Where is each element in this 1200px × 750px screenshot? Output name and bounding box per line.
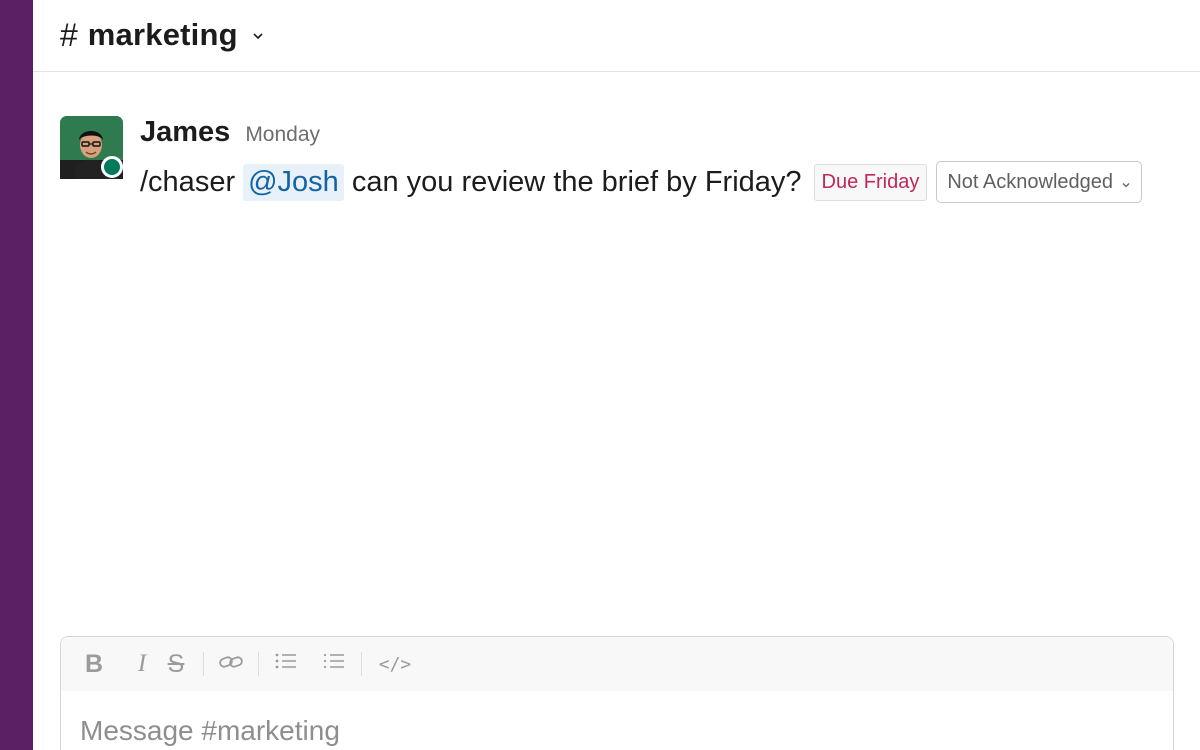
slack-window: # marketing James Monday /chaser @Josh c… xyxy=(0,0,1200,750)
toolbar-divider xyxy=(203,652,204,676)
workspace-sidebar xyxy=(0,0,33,750)
user-mention[interactable]: @Josh xyxy=(243,163,344,201)
message-timestamp[interactable]: Monday xyxy=(245,123,320,147)
chevron-down-icon xyxy=(252,29,264,41)
presence-indicator-icon xyxy=(101,156,123,178)
chevron-down-icon xyxy=(1121,177,1131,188)
toolbar-divider xyxy=(258,652,259,676)
channel-name: marketing xyxy=(87,17,238,52)
bulleted-list-icon xyxy=(274,650,298,678)
acknowledgement-status-value: Not Acknowledged xyxy=(947,170,1114,193)
bold-button[interactable]: B xyxy=(77,647,111,681)
channel-name-button[interactable]: # marketing xyxy=(60,14,264,56)
message-composer: B I S </> Message #marketing xyxy=(60,636,1174,750)
toolbar-divider xyxy=(361,652,362,676)
avatar[interactable] xyxy=(60,116,123,179)
slash-command: /chaser xyxy=(140,165,236,198)
link-icon xyxy=(218,650,244,678)
channel-view: # marketing James Monday /chaser @Josh c… xyxy=(33,0,1200,750)
acknowledgement-status-select[interactable]: Not Acknowledged xyxy=(936,161,1143,203)
message-item: James Monday /chaser @Josh can you revie… xyxy=(60,116,1190,216)
italic-button[interactable]: I xyxy=(125,647,159,681)
message-header: James Monday xyxy=(140,116,320,152)
message-input[interactable] xyxy=(80,711,1150,750)
link-button[interactable] xyxy=(214,647,248,681)
channel-header: # marketing xyxy=(33,0,1200,72)
bulleted-list-button[interactable] xyxy=(269,647,303,681)
formatting-toolbar: B I S </> xyxy=(61,637,1173,691)
message-text: can you review the brief by Friday? xyxy=(351,165,802,198)
message-author[interactable]: James xyxy=(140,116,230,149)
numbered-list-icon xyxy=(322,650,346,678)
code-button[interactable]: </> xyxy=(372,647,418,681)
message-body: /chaser @Josh can you review the brief b… xyxy=(140,160,1143,204)
due-date-badge: Due Friday xyxy=(813,163,928,201)
numbered-list-button[interactable] xyxy=(317,647,351,681)
strikethrough-button[interactable]: S xyxy=(159,647,193,681)
channel-hash-icon: # xyxy=(60,17,78,53)
